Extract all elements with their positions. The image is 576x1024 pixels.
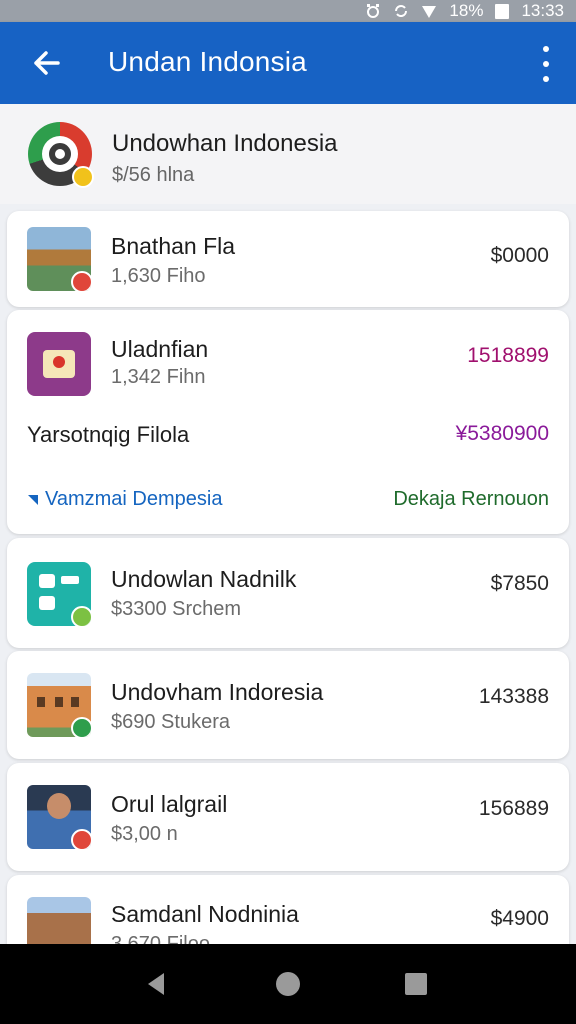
back-nav-icon[interactable]: [142, 970, 170, 998]
item-amount: $4900: [490, 907, 549, 930]
item-thumbnail: [27, 332, 91, 396]
account-header: Undowhan Indonesia $/56 hlna: [0, 104, 576, 204]
item-amount: 1518899: [467, 344, 549, 367]
item-title: Undovham Indoresia: [111, 679, 324, 705]
item-title: Uladnfian: [111, 336, 209, 362]
item-subtitle: $690 Stukera: [111, 711, 230, 733]
app-bar-title: Undan Indonsia: [108, 46, 307, 77]
item-thumbnail: [27, 785, 91, 849]
tool-badge-icon: [71, 829, 91, 849]
item-subtitle: $3300 Srchem: [111, 598, 242, 620]
item-title: Samdanl Nodninia: [111, 901, 299, 927]
app-bar: Undan Indonsia: [0, 22, 576, 104]
item-title: Undowlan Nadnilk: [111, 566, 297, 592]
battery-percentage: 18%: [449, 1, 484, 20]
link-right[interactable]: Dekaja Rernouon: [393, 488, 549, 511]
status-bar: 18% 13:33: [0, 0, 576, 22]
item-thumbnail: [27, 227, 91, 291]
location-badge-icon: [71, 271, 91, 291]
sync-icon: [395, 5, 408, 17]
status-badge-icon: [71, 606, 91, 626]
home-nav-icon[interactable]: [274, 970, 302, 998]
detail-label: Yarsotnqig Filola: [27, 422, 190, 447]
link-left[interactable]: Vamzmai Dempesia: [27, 488, 222, 511]
back-arrow-icon[interactable]: [28, 44, 66, 82]
signal-icon: [422, 6, 437, 18]
brand-logo: [28, 122, 94, 188]
item-amount: $0000: [490, 244, 549, 267]
alarm-icon: [367, 4, 380, 18]
system-nav-bar: [0, 944, 576, 1024]
item-subtitle: $3,00 n: [111, 823, 178, 845]
item-amount: 156889: [478, 797, 549, 820]
link-left-label: Vamzmai Dempesia: [45, 488, 223, 510]
item-subtitle: 1,342 Fihn: [111, 366, 206, 388]
account-name: Undowhan Indonesia: [112, 130, 338, 157]
account-subtitle: $/56 hlna: [112, 164, 195, 186]
list-item[interactable]: Bnathan Fla 1,630 Fiho $0000: [7, 211, 569, 307]
list-item[interactable]: Undowlan Nadnilk $3300 Srchem $7850: [7, 538, 569, 648]
verified-badge-icon: [71, 717, 91, 737]
list-item-expanded[interactable]: Uladnfian 1,342 Fihn 1518899 Yarsotnqig …: [7, 310, 569, 534]
item-amount: 143388: [478, 685, 549, 708]
flag-badge-icon: [72, 166, 94, 188]
item-thumbnail: [27, 562, 91, 626]
item-subtitle: 1,630 Fiho: [111, 265, 206, 287]
recents-nav-icon[interactable]: [402, 970, 430, 998]
clock: 13:33: [521, 1, 564, 20]
item-title: Orul lalgrail: [111, 791, 228, 817]
item-thumbnail: [27, 673, 91, 737]
more-options-icon[interactable]: [540, 46, 552, 82]
item-title: Bnathan Fla: [111, 233, 236, 259]
item-amount: $7850: [490, 572, 549, 595]
list-item[interactable]: Undovham Indoresia $690 Stukera 143388: [7, 651, 569, 759]
detail-amount: ¥5380900: [455, 422, 549, 445]
list-item[interactable]: Orul lalgrail $3,00 n 156889: [7, 763, 569, 871]
battery-icon: [495, 3, 510, 19]
arrow-icon: [28, 494, 38, 505]
